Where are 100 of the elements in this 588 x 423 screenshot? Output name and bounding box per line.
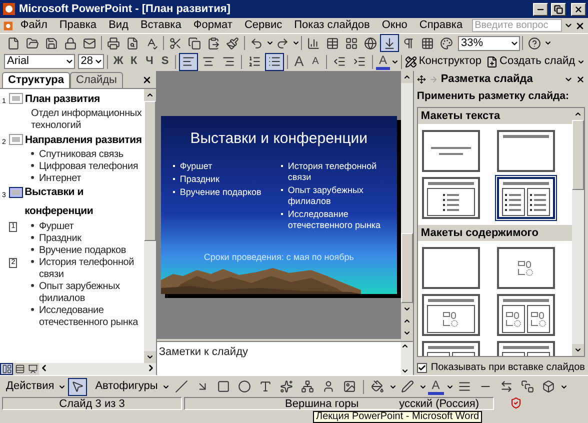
slide-bullet[interactable]: Исследование отечественного рынка	[288, 208, 385, 231]
align-left-icon[interactable]	[179, 52, 198, 70]
outline-text[interactable]: Праздник	[39, 233, 84, 245]
format-button[interactable]: Ч	[142, 53, 157, 70]
dropdown-icon[interactable]	[390, 58, 399, 66]
scrollbar-thumb[interactable]	[400, 233, 413, 304]
dropdown-icon[interactable]	[94, 57, 104, 66]
slideshow-icon[interactable]	[26, 363, 39, 375]
scroll-down-icon[interactable]	[574, 346, 582, 354]
font-field[interactable]: Arial	[4, 54, 75, 69]
actions-button[interactable]: Действия	[4, 378, 56, 395]
scroll-down-icon[interactable]	[146, 353, 154, 361]
new-slide-icon[interactable]	[486, 56, 498, 68]
scrollbar-thumb[interactable]	[144, 101, 156, 241]
dropdown-icon[interactable]	[162, 382, 170, 390]
outline-text[interactable]: Спутниковая связь	[39, 149, 126, 161]
scroll-up-icon[interactable]	[400, 342, 409, 350]
pointer-icon[interactable]	[68, 378, 88, 396]
zoom-field[interactable]: 33%	[458, 36, 520, 50]
dropdown-icon[interactable]	[560, 382, 568, 390]
menu-item[interactable]: Показ слайдов	[289, 17, 375, 34]
dropdown-icon[interactable]	[544, 39, 552, 47]
layout-thumbnail[interactable]	[496, 247, 555, 290]
scroll-down-icon[interactable]	[402, 305, 411, 314]
menu-item[interactable]: Окно	[376, 17, 412, 34]
normal-view-icon[interactable]	[0, 363, 13, 375]
expand-icon[interactable]	[380, 34, 399, 52]
layout-thumbnail[interactable]	[496, 130, 555, 172]
outline-slide-title[interactable]: Выставки и конференции	[24, 183, 144, 221]
slide-title[interactable]: Выставки и конференции	[190, 128, 368, 151]
dropdown-icon[interactable]	[577, 58, 586, 66]
slide-icon[interactable]	[8, 187, 23, 198]
slide-bullet[interactable]: Опыт зарубежных филиалов	[288, 184, 385, 207]
grow-font-button[interactable]: A	[291, 53, 307, 70]
layout-thumbnail[interactable]	[422, 177, 480, 220]
menu-item[interactable]: Формат	[188, 17, 238, 34]
sorter-view-icon[interactable]	[13, 363, 26, 375]
slide-bullet[interactable]: Вручение подарков	[180, 186, 262, 198]
next-slide-icon[interactable]	[402, 329, 411, 338]
font-size-field[interactable]: 28	[78, 54, 104, 69]
dropdown-icon[interactable]	[446, 382, 454, 390]
outline-text[interactable]: Исследование отечественного рынка	[39, 305, 144, 329]
design-icon[interactable]	[404, 56, 417, 68]
dropdown-icon[interactable]	[64, 57, 74, 66]
outline-slide-title[interactable]: Направления развития	[25, 133, 142, 147]
menu-item[interactable]: Вставка	[135, 17, 186, 34]
tab[interactable]: Структура	[2, 72, 70, 88]
format-button[interactable]: S	[158, 53, 172, 70]
checkbox[interactable]	[416, 362, 427, 372]
outline-text[interactable]: Опыт зарубежных филиалов	[39, 281, 144, 305]
layout-thumbnail[interactable]	[422, 294, 480, 336]
shrink-font-button[interactable]: A	[308, 53, 324, 70]
document-icon[interactable]	[3, 20, 14, 32]
slide-bullet[interactable]: Фуршет	[180, 160, 212, 172]
menu-item[interactable]: Вид	[104, 17, 134, 34]
scroll-left-icon[interactable]	[39, 363, 49, 373]
scroll-down-icon[interactable]	[400, 367, 409, 375]
outline-text[interactable]: Интернет	[39, 173, 84, 185]
dropdown-icon[interactable]	[388, 382, 397, 390]
menu-item[interactable]: Файл	[15, 17, 52, 34]
format-button[interactable]: Ж	[111, 53, 126, 70]
restore-icon[interactable]	[554, 4, 563, 14]
tab[interactable]: Слайды	[70, 72, 123, 88]
scrollbar-thumb[interactable]	[572, 120, 584, 190]
move-icon[interactable]	[416, 74, 426, 84]
outline-slide-title[interactable]: План развития	[25, 92, 100, 106]
dropdown-icon[interactable]	[292, 39, 300, 47]
menu-item[interactable]: Сервис	[239, 17, 288, 34]
close-icon[interactable]	[575, 20, 585, 30]
layout-thumbnail[interactable]	[422, 247, 480, 290]
scroll-up-icon[interactable]	[574, 110, 582, 118]
outline-text[interactable]: Цифровая телефония	[39, 161, 140, 173]
menu-item[interactable]: Правка	[54, 17, 102, 34]
slide-bullet[interactable]: История телефонной связи	[288, 160, 385, 183]
scroll-up-icon[interactable]	[402, 73, 411, 81]
dropdown-icon[interactable]	[266, 39, 274, 47]
previous-slide-icon[interactable]	[402, 317, 411, 326]
close-icon[interactable]	[576, 74, 585, 84]
dropdown-icon[interactable]	[418, 382, 427, 390]
font-color-button[interactable]: A	[428, 378, 444, 395]
slide-bullet[interactable]: Праздник	[180, 174, 220, 185]
dropdown-icon[interactable]	[58, 382, 66, 390]
close-icon[interactable]	[142, 75, 152, 85]
slide[interactable]: Выставки и конференции Фуршет Праздник Вручение подарков История телефонной связи Опыт зарубежных филиалов Исследование отечественного рынка Сроки проведения: с мая по ноябрь	[160, 116, 397, 294]
autoshapes-button[interactable]: Автофигуры	[93, 378, 160, 395]
outline-text[interactable]: Фуршет	[39, 221, 76, 233]
outline-text[interactable]: Отдел информационных технологий	[31, 108, 144, 132]
layout-thumbnail[interactable]	[422, 130, 480, 172]
scroll-up-icon[interactable]	[146, 91, 154, 99]
format-button[interactable]: К	[126, 53, 142, 70]
layout-thumbnail[interactable]	[496, 177, 555, 220]
bullet-list-icon[interactable]	[265, 52, 284, 70]
horizontal-scrollbar[interactable]	[39, 363, 156, 375]
menu-item[interactable]: Справка	[414, 17, 468, 34]
design-button[interactable]: Конструктор	[418, 53, 483, 70]
new-slide-button[interactable]: Создать слайд	[498, 53, 576, 70]
dropdown-icon[interactable]	[564, 21, 573, 30]
close-icon[interactable]	[574, 4, 583, 14]
outline-text[interactable]: История телефонной связи	[39, 257, 144, 281]
layout-thumbnail[interactable]	[496, 294, 555, 336]
